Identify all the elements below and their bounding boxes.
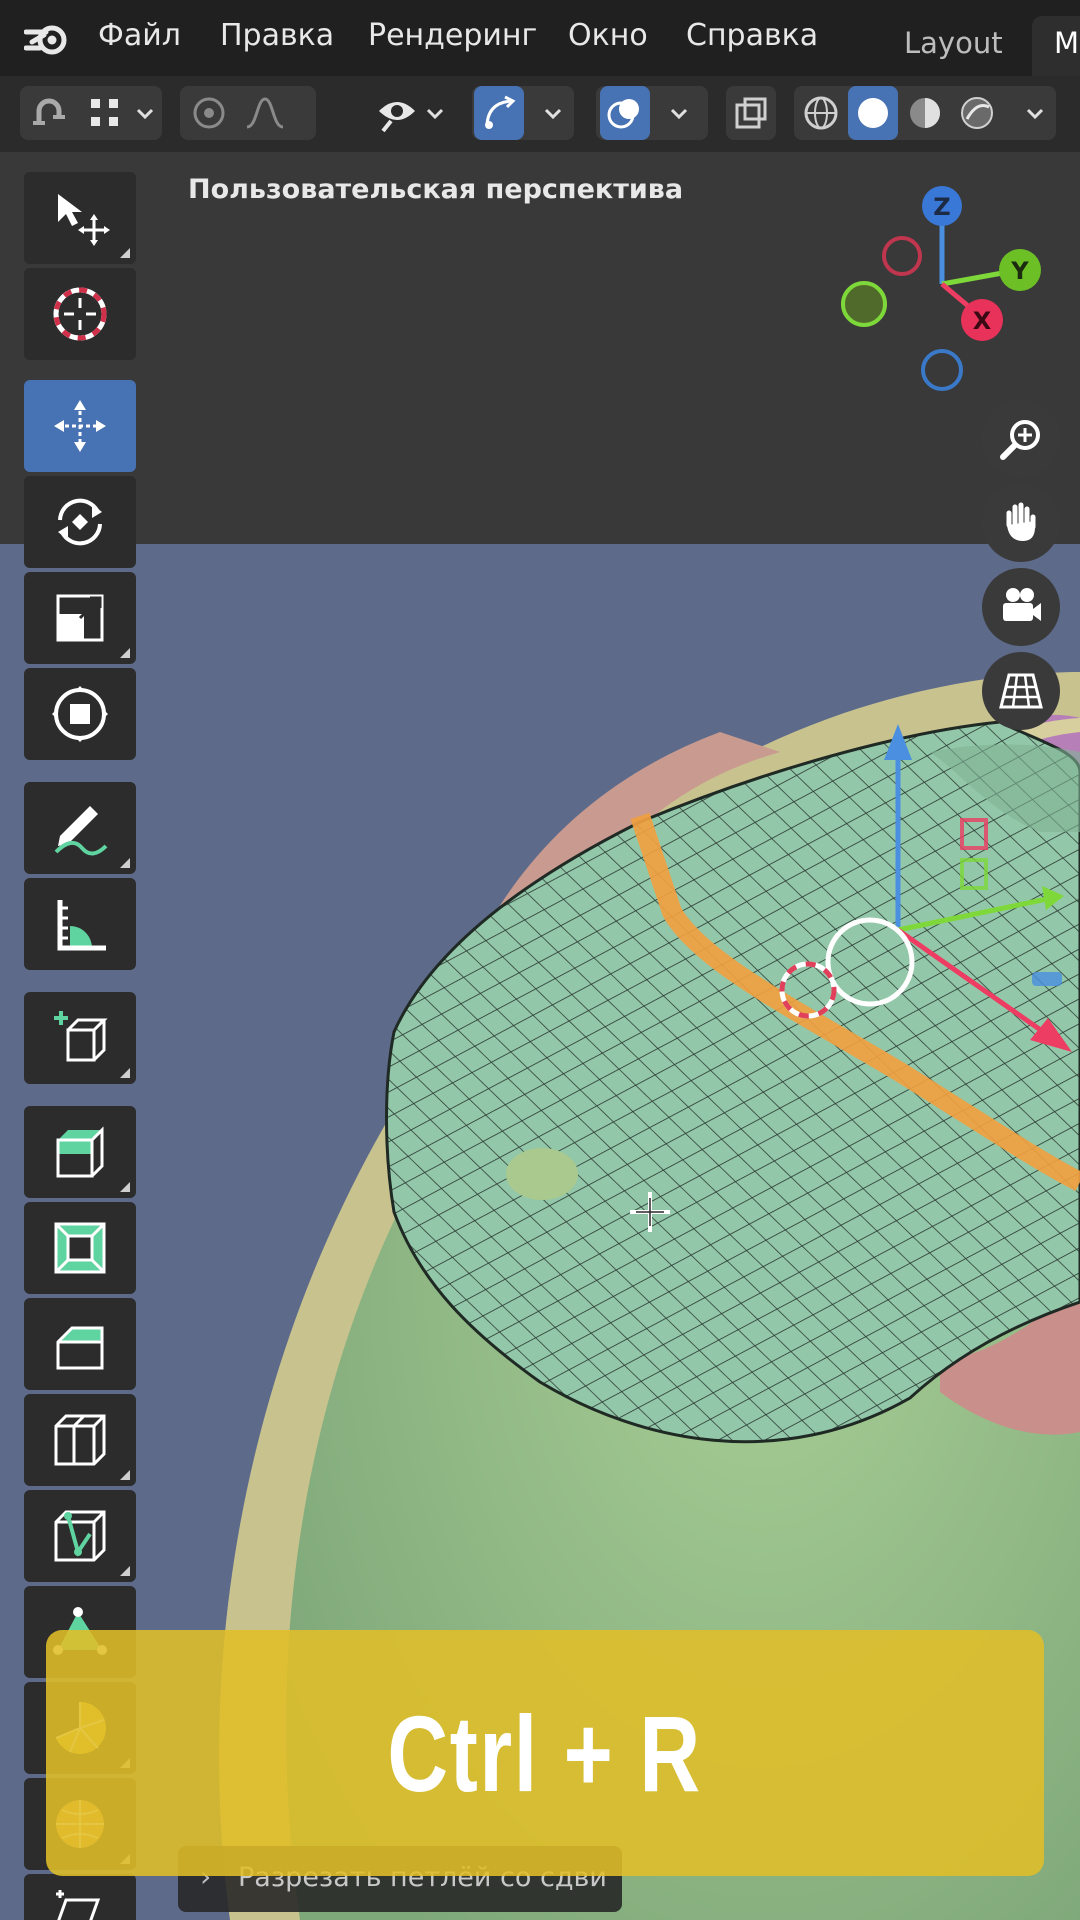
tool-move[interactable] xyxy=(24,380,136,472)
tool-cursor[interactable] xyxy=(24,268,136,360)
tool-bevel[interactable] xyxy=(24,1298,136,1390)
shear-icon xyxy=(56,1890,101,1920)
axis-orientation-gizmo[interactable]: Z Y X xyxy=(830,180,1070,400)
tool-scale[interactable] xyxy=(24,572,136,664)
blender-logo-icon[interactable] xyxy=(24,18,70,58)
knife-icon xyxy=(54,1510,106,1562)
chevron-down-icon[interactable] xyxy=(1024,102,1046,124)
chevron-down-icon[interactable] xyxy=(134,102,156,124)
rendered-shading-icon[interactable] xyxy=(952,86,1002,140)
tool-transform[interactable] xyxy=(24,668,136,760)
tool-shear[interactable] xyxy=(24,1874,136,1920)
inset-icon xyxy=(54,1222,106,1274)
visibility-icon[interactable] xyxy=(372,86,422,140)
measure-icon xyxy=(57,900,106,951)
annotate-icon xyxy=(54,806,108,856)
loop-cut-icon xyxy=(54,1414,106,1466)
cursor-icon xyxy=(53,287,107,341)
x-axis-label: X xyxy=(973,307,992,335)
tool-options-corner xyxy=(120,1566,130,1576)
tool-options-corner xyxy=(120,1182,130,1192)
chevron-down-icon[interactable] xyxy=(668,102,690,124)
zoom-icon[interactable] xyxy=(982,400,1060,478)
snap-icon[interactable] xyxy=(24,86,74,140)
grid-projection-icon[interactable] xyxy=(982,652,1060,730)
tool-knife[interactable] xyxy=(24,1490,136,1582)
falloff-curve-icon[interactable] xyxy=(240,86,290,140)
snap-grid-icon[interactable] xyxy=(80,86,130,140)
move-icon xyxy=(54,400,106,452)
gizmo-icon[interactable] xyxy=(474,86,524,140)
tool-extrude[interactable] xyxy=(24,1106,136,1198)
workspace-tab-modeling[interactable]: M xyxy=(1032,16,1080,76)
z-axis-label: Z xyxy=(933,193,950,221)
shortcut-banner: Ctrl + R xyxy=(46,1630,1044,1876)
bevel-icon xyxy=(56,1326,104,1370)
tool-rotate[interactable] xyxy=(24,476,136,568)
shortcut-text: Ctrl + R xyxy=(387,1692,703,1814)
scale-icon xyxy=(56,594,104,642)
tool-options-corner xyxy=(120,1068,130,1078)
neg-z-axis-handle[interactable] xyxy=(921,349,963,391)
add-cube-icon xyxy=(54,1011,108,1062)
extrude-icon xyxy=(56,1126,104,1178)
rotate-icon xyxy=(58,498,102,546)
neg-x-axis-handle[interactable] xyxy=(882,236,922,276)
select-move-icon xyxy=(58,194,110,246)
tool-options-corner xyxy=(120,248,130,258)
workspace-tab-layout[interactable]: Layout xyxy=(886,16,1021,76)
camera-icon[interactable] xyxy=(982,568,1060,646)
tool-options-corner xyxy=(120,648,130,658)
menu-edit[interactable]: Правка xyxy=(220,18,334,53)
viewport-perspective-label: Пользовательская перспектива xyxy=(188,174,684,205)
proportional-edit-icon[interactable] xyxy=(184,86,234,140)
tool-add-cube[interactable] xyxy=(24,992,136,1084)
tool-options-corner xyxy=(120,858,130,868)
tool-options-corner xyxy=(120,1470,130,1480)
neg-y-axis-handle[interactable] xyxy=(841,281,887,327)
menu-help[interactable]: Справка xyxy=(686,18,818,53)
pan-hand-icon[interactable] xyxy=(982,484,1060,562)
transform-icon xyxy=(52,686,108,742)
top-menu-bar: Файл Правка Рендеринг Окно Справка Layou… xyxy=(0,0,1080,76)
menu-window[interactable]: Окно xyxy=(568,18,648,53)
solid-shading-icon[interactable] xyxy=(848,86,898,140)
xray-icon[interactable] xyxy=(726,86,776,140)
tool-inset[interactable] xyxy=(24,1202,136,1294)
chevron-down-icon[interactable] xyxy=(424,102,446,124)
overlay-icon[interactable] xyxy=(600,86,650,140)
material-shading-icon[interactable] xyxy=(900,86,950,140)
y-axis-label: Y xyxy=(1010,257,1029,285)
wireframe-shading-icon[interactable] xyxy=(796,86,846,140)
chevron-down-icon[interactable] xyxy=(542,102,564,124)
tool-measure[interactable] xyxy=(24,878,136,970)
tool-select[interactable] xyxy=(24,172,136,264)
tool-loop-cut[interactable] xyxy=(24,1394,136,1486)
tool-annotate[interactable] xyxy=(24,782,136,874)
viewport-header-toolbar xyxy=(0,76,1080,152)
menu-render[interactable]: Рендеринг xyxy=(368,18,537,53)
menu-file[interactable]: Файл xyxy=(98,18,181,53)
